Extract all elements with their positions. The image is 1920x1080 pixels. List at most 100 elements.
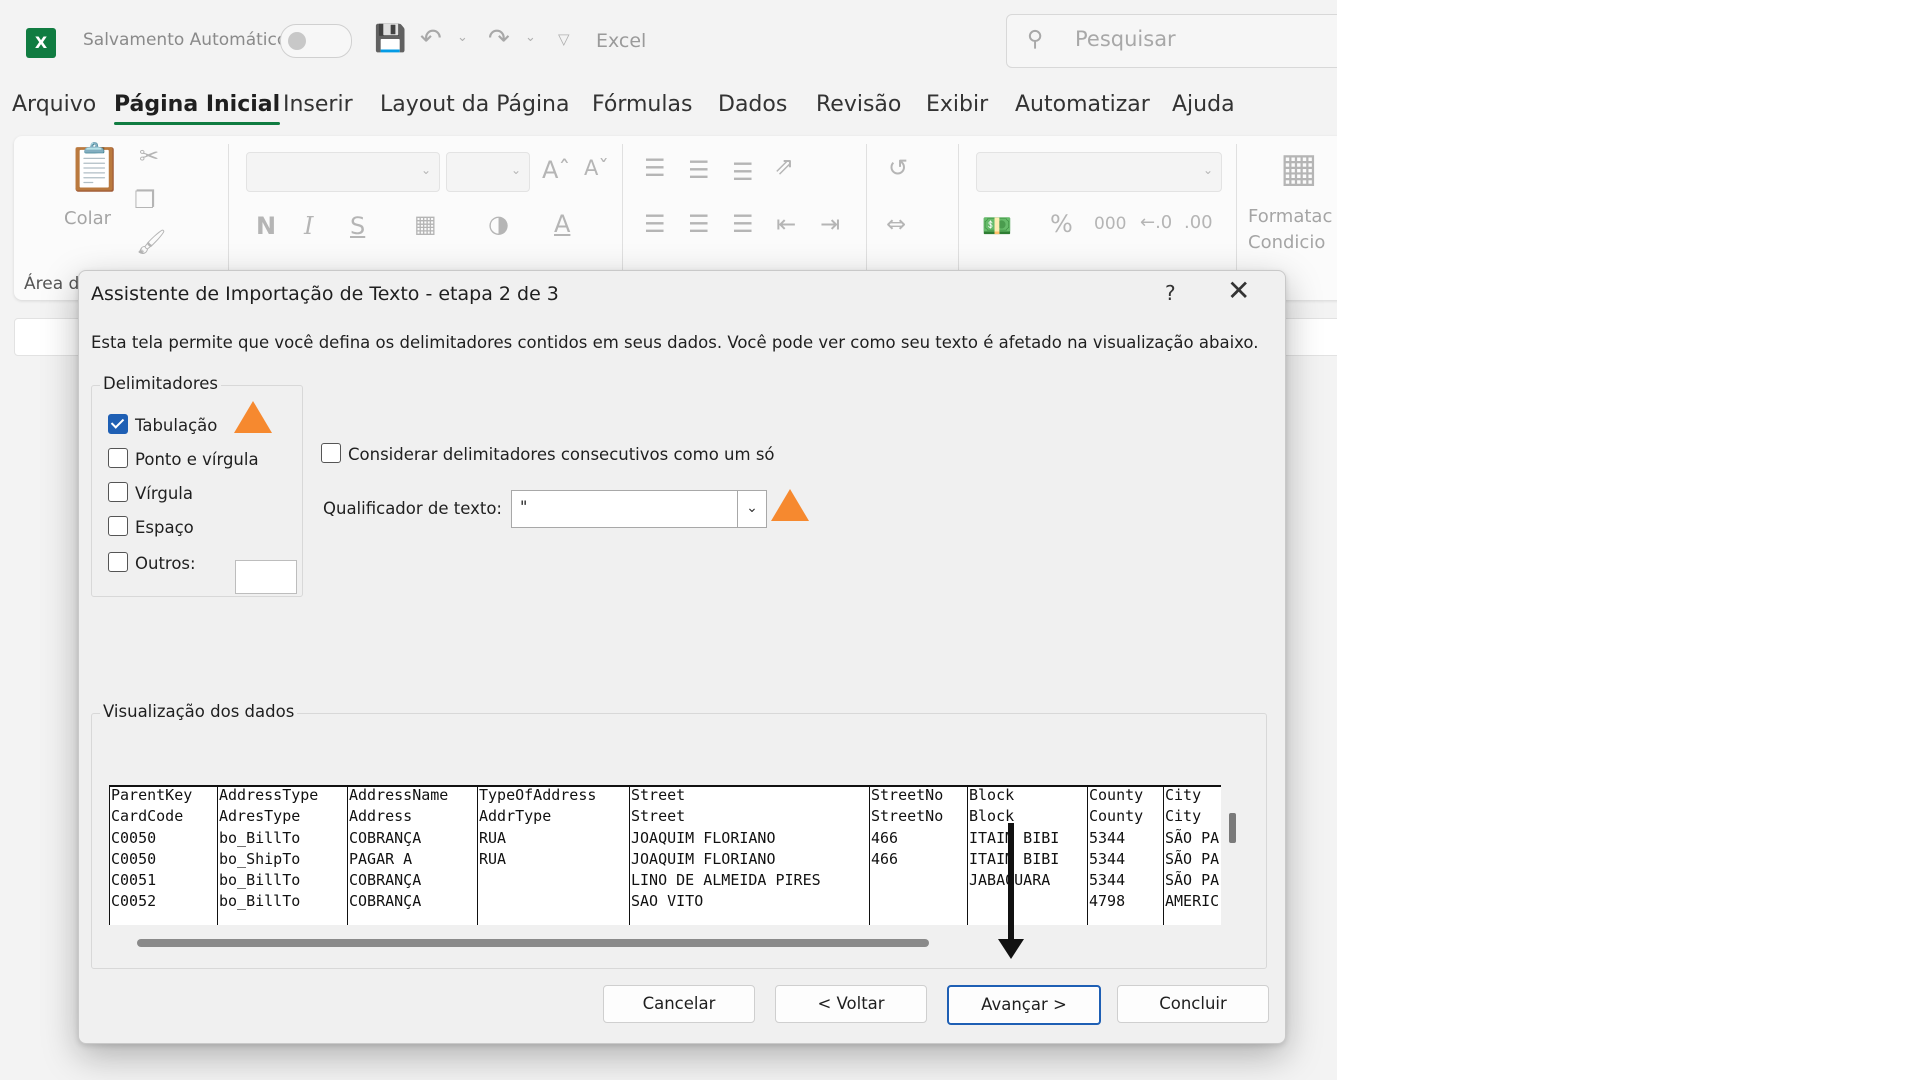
decrease-decimal-icon[interactable]: .00 — [1184, 214, 1213, 232]
preview-column[interactable]: TypeOfAddress AddrType RUA RUA — [477, 785, 629, 925]
align-center-icon[interactable]: ☰ — [688, 212, 710, 236]
tab-pagina-inicial[interactable]: Página Inicial — [114, 92, 281, 125]
preview-cell: SÃO PA — [1165, 849, 1220, 868]
conditional-format-icon[interactable]: ▦ — [1280, 148, 1318, 188]
shrink-font-icon[interactable]: Aˇ — [584, 158, 609, 179]
back-button[interactable]: < Voltar — [775, 985, 927, 1023]
preview-horizontal-scrollbar[interactable] — [137, 939, 929, 947]
thousands-icon[interactable]: 000 — [1094, 216, 1126, 233]
font-name-combo[interactable]: ⌄ — [246, 152, 440, 192]
tab-revisao[interactable]: Revisão — [816, 92, 901, 117]
underline-icon[interactable]: S — [350, 214, 365, 238]
preview-cell: Street — [631, 786, 686, 804]
close-icon[interactable]: ✕ — [1227, 277, 1250, 305]
preview-column[interactable]: Street Street JOAQUIM FLORIANO JOAQUIM FLOR… — [629, 785, 869, 925]
align-top-icon[interactable]: ☰ — [644, 156, 666, 180]
preview-cell: 5344 — [1089, 828, 1126, 847]
delimiter-tab-label: Tabulação — [135, 416, 218, 435]
cut-icon[interactable]: ✂ — [139, 144, 159, 168]
tab-checkbox[interactable] — [108, 414, 128, 434]
other-checkbox[interactable] — [108, 552, 128, 572]
tab-inserir[interactable]: Inserir — [283, 92, 353, 117]
bold-icon[interactable]: N — [256, 214, 276, 238]
preview-cell: AddressName — [349, 786, 449, 804]
other-delimiter-input[interactable] — [235, 560, 297, 594]
help-button[interactable]: ? — [1165, 281, 1176, 305]
delimiter-comma[interactable]: Vírgula — [108, 482, 193, 503]
orientation-icon[interactable]: ⇗ — [774, 154, 794, 178]
delimiter-tab[interactable]: Tabulação — [108, 414, 217, 435]
delimiter-space[interactable]: Espaço — [108, 516, 194, 537]
preview-cell: ITAIM BIBI — [969, 828, 1060, 847]
preview-column[interactable]: ParentKey CardCode C0050 C0050 C0051 C0052 — [109, 785, 217, 925]
fill-color-icon[interactable]: ◑ — [488, 212, 509, 236]
preview-column[interactable]: StreetNo StreetNo 466 466 — [869, 785, 967, 925]
preview-column[interactable]: AddressName Address COBRANÇA PAGAR A COBRANÇ… — [347, 785, 477, 925]
comma-checkbox[interactable] — [108, 482, 128, 502]
consecutive-label: Considerar delimitadores consecutivos co… — [348, 445, 775, 464]
preview-column[interactable]: City City SÃO PA SÃO PA SÃO PA AMERIC — [1163, 785, 1221, 925]
tab-formulas[interactable]: Fórmulas — [592, 92, 692, 117]
delimiter-other[interactable]: Outros: — [108, 552, 196, 573]
copy-icon[interactable]: ❐ — [134, 188, 156, 212]
search-placeholder: Pesquisar — [1075, 27, 1176, 51]
borders-icon[interactable]: ▦ — [414, 212, 437, 236]
preview-cell: 466 — [871, 849, 899, 868]
decrease-indent-icon[interactable]: ⇤ — [776, 212, 796, 236]
wrap-text-icon[interactable]: ↺ — [888, 156, 908, 180]
align-bottom-icon[interactable]: ☰ — [732, 160, 754, 184]
align-middle-icon[interactable]: ☰ — [688, 158, 710, 182]
cancel-button[interactable]: Cancelar — [603, 985, 755, 1023]
undo-dropdown-icon[interactable]: ⌄ — [457, 30, 468, 45]
format-painter-icon[interactable]: 🖌 — [136, 230, 166, 254]
undo-icon[interactable]: ↶ — [420, 24, 442, 54]
tab-exibir[interactable]: Exibir — [926, 92, 988, 117]
tab-layout[interactable]: Layout da Página — [380, 92, 569, 117]
increase-indent-icon[interactable]: ⇥ — [820, 212, 840, 236]
search-box[interactable]: ⚲ Pesquisar — [1006, 14, 1337, 68]
font-color-icon[interactable]: A — [554, 212, 570, 236]
tab-arquivo[interactable]: Arquivo — [12, 92, 96, 117]
save-icon[interactable]: 💾 — [374, 24, 406, 54]
grow-font-icon[interactable]: Aˆ — [542, 158, 570, 182]
qualifier-select[interactable]: " ⌄ — [511, 490, 767, 528]
redo-icon[interactable]: ↷ — [488, 24, 510, 54]
finish-button[interactable]: Concluir — [1117, 985, 1269, 1023]
chevron-down-icon[interactable]: ⌄ — [737, 491, 766, 527]
dialog-description: Esta tela permite que você defina os del… — [91, 333, 1259, 352]
semicolon-checkbox[interactable] — [108, 448, 128, 468]
consecutive-delimiters[interactable]: Considerar delimitadores consecutivos co… — [321, 443, 775, 464]
delimiter-semicolon[interactable]: Ponto e vírgula — [108, 448, 259, 469]
align-left-icon[interactable]: ☰ — [644, 212, 666, 236]
customize-qat-icon[interactable]: ▽ — [558, 30, 570, 48]
preview-vertical-scrollbar[interactable] — [1229, 813, 1236, 843]
preview-legend: Visualização dos dados — [100, 702, 298, 721]
next-button[interactable]: Avançar > — [947, 985, 1101, 1025]
preview-cell: County — [1089, 786, 1144, 804]
paste-icon[interactable]: 📋 — [66, 144, 123, 190]
preview-column[interactable]: AddressType AdresType bo_BillTo bo_ShipTo bo… — [217, 785, 347, 925]
preview-column[interactable]: Block Block ITAIM BIBI ITAIM BIBI JABAQUARA — [967, 785, 1087, 925]
cond-format-label-2: Condicio — [1248, 232, 1326, 253]
preview-grid[interactable]: ParentKey CardCode C0050 C0050 C0051 C0052 Add… — [109, 785, 1221, 925]
tab-dados[interactable]: Dados — [718, 92, 787, 117]
preview-cell: Block — [969, 807, 1015, 826]
percent-icon[interactable]: % — [1050, 212, 1073, 236]
preview-column[interactable]: County County 5344 5344 5344 4798 — [1087, 785, 1163, 925]
align-right-icon[interactable]: ☰ — [732, 212, 754, 236]
italic-icon[interactable]: I — [304, 214, 313, 238]
annotation-arrow-shaft — [1008, 823, 1014, 941]
currency-icon[interactable]: 💵 — [982, 214, 1012, 238]
number-format-combo[interactable]: ⌄ — [976, 152, 1222, 192]
tab-ajuda[interactable]: Ajuda — [1172, 92, 1235, 117]
tab-automatizar[interactable]: Automatizar — [1015, 92, 1150, 117]
consecutive-checkbox[interactable] — [321, 443, 341, 463]
font-size-combo[interactable]: ⌄ — [446, 152, 530, 192]
delimiter-semicolon-label: Ponto e vírgula — [135, 450, 259, 469]
preview-cell: JOAQUIM FLORIANO — [631, 828, 776, 847]
space-checkbox[interactable] — [108, 516, 128, 536]
redo-dropdown-icon[interactable]: ⌄ — [525, 30, 536, 45]
autosave-toggle[interactable] — [280, 24, 352, 58]
increase-decimal-icon[interactable]: ←.0 — [1140, 214, 1172, 232]
merge-center-icon[interactable]: ⇔ — [886, 212, 906, 236]
